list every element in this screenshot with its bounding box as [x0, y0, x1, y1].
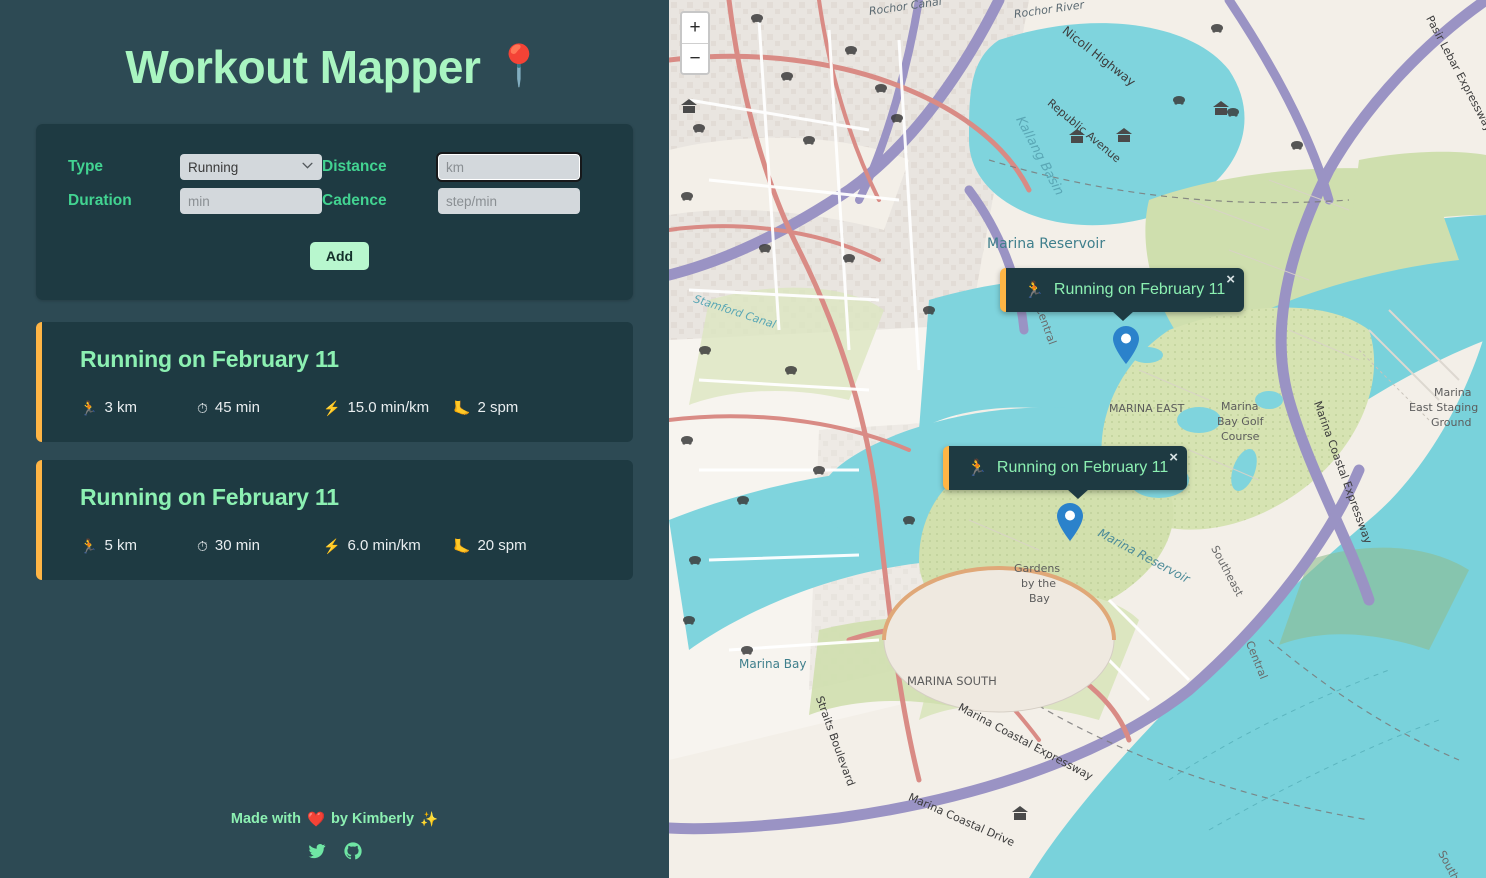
github-icon[interactable] — [343, 842, 362, 860]
workout-details: 🏃 5 km ⏱ 30 min ⚡ 6.0 min/km 🦶 20 spm — [80, 537, 599, 554]
label-duration: Duration — [68, 192, 132, 209]
map-popup-workout-2[interactable]: 🏃 Running on February 11 × — [943, 446, 1187, 499]
map-panel[interactable]: Rochor Canal Rochor River Nicoll Highway Re… — [669, 0, 1486, 878]
heart-icon: ❤️ — [306, 811, 326, 828]
distance-icon: 🏃 — [80, 537, 98, 554]
cadence-value: 20 spm — [477, 537, 527, 554]
distance-value: 5 km — [104, 537, 137, 554]
sidebar: Workout Mapper 📍 Type Running Distance D… — [0, 0, 669, 878]
map-zoom-control[interactable]: + − — [680, 11, 710, 75]
label-distance: Distance — [322, 158, 387, 175]
cadence-value: 2 spm — [477, 399, 519, 416]
pace-icon: ⚡ — [323, 537, 341, 554]
popup-tip — [1067, 489, 1089, 499]
form-actions: Add — [68, 242, 601, 270]
pace-value: 15.0 min/km — [347, 399, 430, 416]
popup-close-button[interactable]: × — [1169, 450, 1178, 465]
twitter-icon[interactable] — [308, 842, 326, 860]
pace-value: 6.0 min/km — [347, 537, 421, 554]
popup-tip — [1112, 311, 1134, 321]
add-workout-button[interactable]: Add — [309, 242, 370, 270]
workout-details: 🏃 3 km ⏱ 45 min ⚡ 15.0 min/km 🦶 2 spm — [80, 399, 599, 416]
duration-value: 30 min — [214, 537, 260, 554]
workout-card-title: Running on February 11 — [80, 346, 339, 372]
cadence-icon: 🦶 — [453, 537, 471, 554]
sparkle-icon: ✨ — [420, 811, 439, 828]
distance-value: 3 km — [104, 399, 137, 416]
workout-mapper-app: Workout Mapper 📍 Type Running Distance D… — [0, 0, 1486, 878]
page-title: Workout Mapper 📍 — [36, 44, 633, 90]
workout-card-title: Running on February 11 — [80, 484, 339, 510]
workout-card[interactable]: Running on February 11 🏃 5 km ⏱ 30 min ⚡ 6.0 m… — [36, 460, 633, 580]
popup-title: Running on February 11 — [996, 459, 1169, 476]
workout-detail-distance: 🏃 3 km — [80, 399, 197, 416]
footer-prefix: Made with — [230, 811, 301, 827]
footer-credit: Made with ❤️ by Kimberly ✨ — [231, 811, 438, 828]
workout-detail-pace: ⚡ 15.0 min/km — [323, 399, 453, 416]
label-cadence: Cadence — [322, 192, 387, 209]
duration-value: 45 min — [214, 399, 260, 416]
distance-input[interactable] — [436, 152, 582, 182]
pace-icon: ⚡ — [323, 399, 341, 416]
form-grid: Type Running Distance Duration Cadence — [68, 150, 601, 218]
workout-detail-pace: ⚡ 6.0 min/km — [323, 537, 453, 554]
popup-runner-icon: 🏃 — [967, 460, 987, 477]
cadence-icon: 🦶 — [453, 399, 471, 416]
type-select-wrapper[interactable]: Running — [180, 154, 322, 180]
duration-icon: ⏱ — [197, 537, 208, 554]
workout-detail-cadence: 🦶 20 spm — [453, 537, 527, 554]
footer-socials — [0, 842, 669, 860]
workout-list: Running on February 11 🏃 3 km ⏱ 45 min ⚡ 15.0 … — [36, 322, 633, 580]
map-tiles — [669, 0, 1486, 878]
zoom-out-button[interactable]: − — [682, 43, 708, 73]
footer-middle: by Kimberly — [331, 811, 415, 827]
workout-detail-duration: ⏱ 45 min — [197, 399, 323, 416]
footer: Made with ❤️ by Kimberly ✨ — [0, 810, 669, 860]
workout-detail-duration: ⏱ 30 min — [197, 537, 323, 554]
label-type: Type — [68, 158, 104, 175]
app-title-text: Workout Mapper — [125, 41, 481, 93]
popup-runner-icon: 🏃 — [1024, 282, 1044, 299]
popup-title: Running on February 11 — [1053, 281, 1226, 298]
popup-close-button[interactable]: × — [1226, 272, 1235, 287]
map-marker-workout-1[interactable] — [1113, 326, 1139, 364]
duration-icon: ⏱ — [197, 399, 208, 416]
map-pin-icon: 📍 — [494, 44, 544, 88]
duration-input[interactable] — [180, 188, 322, 214]
zoom-in-button[interactable]: + — [682, 13, 708, 43]
cadence-input[interactable] — [438, 188, 580, 214]
distance-icon: 🏃 — [80, 399, 98, 416]
type-select[interactable]: Running — [180, 154, 322, 180]
workout-card[interactable]: Running on February 11 🏃 3 km ⏱ 45 min ⚡ 15.0 … — [36, 322, 633, 442]
map-popup-workout-1[interactable]: 🏃 Running on February 11 × — [1000, 268, 1244, 321]
workout-detail-distance: 🏃 5 km — [80, 537, 197, 554]
workout-form: Type Running Distance Duration Cadence — [36, 124, 633, 300]
workout-detail-cadence: 🦶 2 spm — [453, 399, 518, 416]
map-marker-workout-2[interactable] — [1057, 503, 1083, 541]
